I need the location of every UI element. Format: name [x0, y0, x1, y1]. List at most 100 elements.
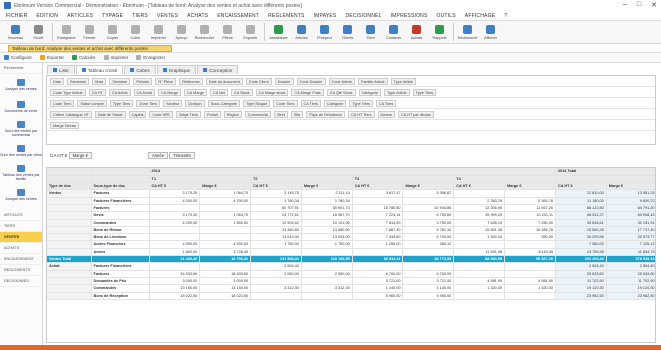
field-chip[interactable]: Référence — [179, 77, 203, 85]
field-chip[interactable]: CA Marge Frais — [291, 88, 324, 96]
field-chip[interactable]: Devise — [377, 110, 396, 118]
tab-0[interactable]: Liste — [47, 65, 75, 74]
sidebar-item[interactable]: Analyse des ventes — [0, 184, 42, 206]
menu-item[interactable]: TIERS — [132, 13, 148, 19]
field-chip[interactable]: CA Qté Stock — [326, 88, 356, 96]
menu-item[interactable]: FICHIER — [6, 13, 27, 19]
field-chip[interactable]: Secteur — [163, 99, 183, 107]
tab-4[interactable]: Conception — [197, 65, 239, 74]
sidebar-module[interactable]: DECISIONNEL — [0, 276, 42, 287]
field-chip[interactable]: Code Client — [245, 77, 272, 85]
ribbon-button[interactable]: Prospect — [313, 22, 336, 43]
field-chip[interactable]: Siège Tiers — [175, 110, 201, 118]
maximize-button[interactable]: □ — [637, 1, 641, 9]
field-chip[interactable]: Type Bloque — [243, 99, 271, 107]
menu-item[interactable]: TYPAGE — [102, 13, 123, 19]
field-chip[interactable]: Mois — [92, 77, 107, 85]
field-chip[interactable]: CA Marge — [184, 88, 207, 96]
menu-item[interactable]: DECISIONNEL — [345, 13, 381, 19]
field-chip[interactable]: Type Tiers — [412, 88, 437, 96]
field-chip[interactable]: Type Article — [390, 77, 417, 85]
sidebar-item[interactable]: Analyse des ventes — [0, 74, 42, 96]
field-chip[interactable]: Semestre — [67, 77, 90, 85]
field-chip[interactable]: Marge Devise — [50, 121, 80, 129]
field-chip[interactable]: Code Dossier — [296, 77, 326, 85]
year-box[interactable]: Année — [147, 152, 169, 159]
sidebar-search[interactable]: Rechercher — [0, 63, 42, 74]
field-chip[interactable]: Catégorie — [323, 99, 347, 107]
menu-item[interactable]: ACHATS — [187, 13, 208, 19]
ribbon-button[interactable]: Décisionnel — [456, 22, 479, 43]
field-chip[interactable]: Catégorie — [358, 88, 382, 96]
field-chip[interactable]: Semaine — [109, 77, 131, 85]
field-chip[interactable]: Statut compte — [77, 99, 107, 107]
menu-item[interactable]: OUTILS — [437, 13, 456, 19]
menu-item[interactable]: VENTES — [157, 13, 178, 19]
field-chip[interactable]: CA Tiers — [375, 99, 397, 107]
sidebar-module[interactable]: ACHATS — [0, 243, 42, 254]
sidebar-module[interactable]: VENTES — [0, 232, 42, 243]
measure-marge-box[interactable]: Marge € — [68, 152, 92, 159]
field-chip[interactable]: CA Net — [209, 88, 228, 96]
field-chip[interactable]: Division — [185, 99, 205, 107]
field-chip[interactable]: CA Stock — [230, 88, 253, 96]
quarter-box[interactable]: Trimestre — [169, 152, 195, 159]
field-chip[interactable]: Date — [50, 77, 65, 85]
field-chip[interactable]: Région — [223, 110, 242, 118]
tab-3[interactable]: Graphique — [156, 65, 197, 74]
tab-2[interactable]: Cubes — [124, 65, 156, 74]
toolbar-button[interactable]: Calculer — [72, 55, 96, 60]
ribbon-button[interactable]: Rechercher — [193, 22, 216, 43]
context-tab[interactable]: Tableau de bord: Analyse des ventes et a… — [8, 45, 172, 52]
toolbar-button[interactable]: Exporter — [40, 55, 64, 60]
ribbon-button[interactable]: Assistance — [267, 22, 290, 43]
close-button[interactable]: ✕ — [651, 1, 657, 9]
sidebar-item[interactable]: Tableau des ventes par famille — [0, 162, 42, 184]
menu-item[interactable]: IMPAYES — [314, 13, 337, 19]
ribbon-button[interactable]: Ouvrir — [27, 22, 50, 43]
ribbon-button[interactable]: Imprimer — [147, 22, 170, 43]
field-chip[interactable]: CA Achat — [108, 88, 131, 96]
ribbon-button[interactable]: Rappels — [428, 22, 451, 43]
field-chip[interactable]: CA HT Tiers — [348, 110, 375, 118]
field-chip[interactable]: Critère Catalogue HT — [50, 110, 92, 118]
field-chip[interactable]: Siret — [274, 110, 288, 118]
field-chip[interactable]: Dossier — [274, 77, 294, 85]
menu-item[interactable]: ARTICLES — [67, 13, 93, 19]
field-chip[interactable]: N° Pièce — [155, 77, 177, 85]
sidebar-item[interactable]: Suivi des ventes par client — [0, 140, 42, 162]
field-chip[interactable]: CA Marge stock — [255, 88, 289, 96]
field-chip[interactable]: Pays de Résidence — [306, 110, 346, 118]
field-chip[interactable]: Type Tiers — [109, 99, 134, 107]
toolbar-button[interactable]: Enregistrer — [136, 55, 165, 60]
minimize-button[interactable]: – — [623, 1, 627, 9]
ribbon-button[interactable]: Coller — [124, 22, 147, 43]
sidebar-item[interactable]: Documents de vente — [0, 96, 42, 118]
field-chip[interactable]: Code Tiers — [50, 99, 75, 107]
field-chip[interactable]: Site — [290, 110, 304, 118]
toolbar-button[interactable]: Configurer — [4, 55, 32, 60]
sidebar-module[interactable]: ENCAISSEMENT — [0, 254, 42, 265]
toolbar-button[interactable]: Imprimer — [103, 55, 128, 60]
ribbon-button[interactable]: Achats — [405, 22, 428, 43]
ribbon-button[interactable]: Clients — [336, 22, 359, 43]
menu-item[interactable]: REGLEMENTS — [268, 13, 304, 19]
menu-item[interactable]: EDITION — [36, 13, 58, 19]
field-chip[interactable]: Capital — [128, 110, 147, 118]
field-chip[interactable]: Zone Tiers — [136, 99, 161, 107]
ribbon-button[interactable]: Exporter — [239, 22, 262, 43]
field-chip[interactable]: CA Achat — [133, 88, 156, 96]
ribbon-button[interactable]: Contacts — [382, 22, 405, 43]
ribbon-button[interactable]: Articles — [290, 22, 313, 43]
field-chip[interactable]: Famille Article — [358, 77, 388, 85]
field-chip[interactable]: Commercial — [244, 110, 272, 118]
ribbon-button[interactable]: Fermer — [78, 22, 101, 43]
menu-item[interactable]: ? — [504, 13, 507, 19]
sidebar-item[interactable]: Suivi des ventes par commercial — [0, 118, 42, 140]
field-chip[interactable]: Code APE — [149, 110, 173, 118]
field-chip[interactable]: Code Type Article — [50, 88, 86, 96]
sidebar-module[interactable]: TIERS — [0, 221, 42, 232]
tab-1[interactable]: Tableau croisé — [75, 65, 124, 74]
ribbon-button[interactable]: Filtres — [216, 22, 239, 43]
sidebar-module[interactable]: REGLEMENTS — [0, 265, 42, 276]
